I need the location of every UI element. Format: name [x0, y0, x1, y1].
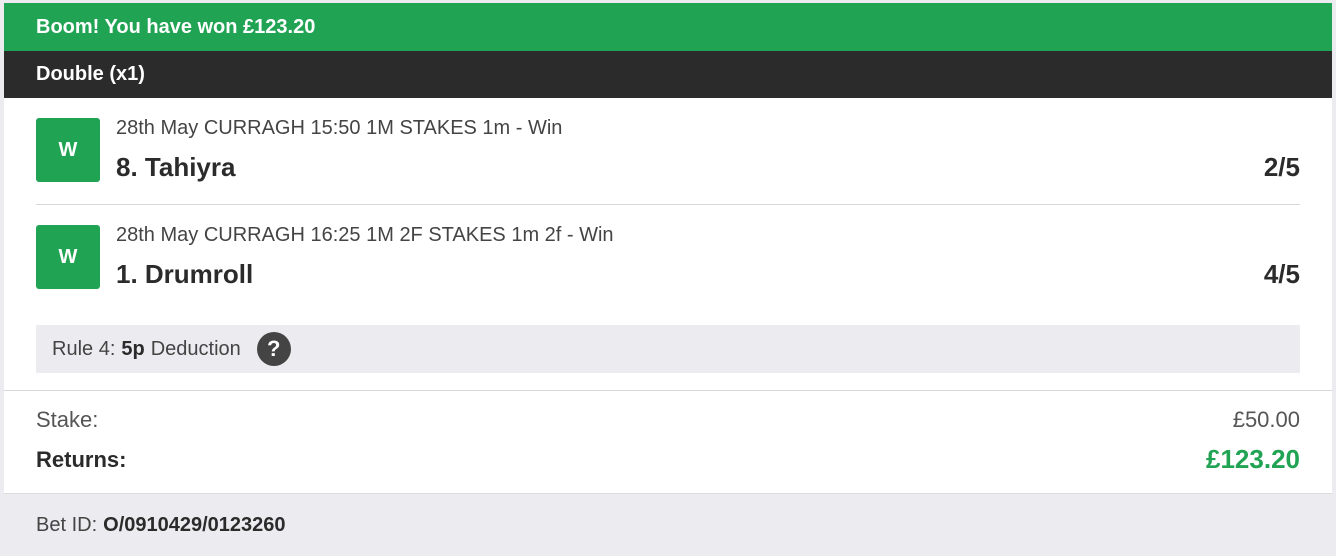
selection-odds: 4/5	[1263, 259, 1300, 289]
rule4-suffix: Deduction	[150, 337, 241, 360]
bet-receipt-card: Boom! You have won £123.20 Double (x1) W…	[4, 3, 1332, 556]
selection-item: W 28th May CURRAGH 15:50 1M STAKES 1m - …	[36, 98, 1300, 204]
selection-runner: 8. Tahiyra	[116, 152, 236, 182]
returns-row: Returns: £123.20	[36, 444, 1300, 487]
selection-odds: 2/5	[1263, 152, 1300, 182]
selection-event-info: 28th May CURRAGH 16:25 1M 2F STAKES 1m 2…	[116, 224, 614, 246]
win-banner-text: Boom! You have won £123.20	[36, 15, 316, 38]
selection-runner: 1. Drumroll	[116, 259, 254, 289]
stake-row: Stake: £50.00	[36, 407, 1300, 447]
selections-list: W 28th May CURRAGH 15:50 1M STAKES 1m - …	[4, 98, 1332, 310]
win-banner: Boom! You have won £123.20	[4, 3, 1332, 51]
win-result-badge: W	[36, 118, 100, 182]
stake-label: Stake:	[36, 407, 99, 432]
stake-value: £50.00	[1232, 407, 1300, 432]
bet-id-value: O/0910429/0123260	[103, 513, 286, 536]
returns-label: Returns:	[36, 447, 127, 472]
returns-value: £123.20	[1206, 444, 1300, 474]
selection-item: W 28th May CURRAGH 16:25 1M 2F STAKES 1m…	[36, 204, 1300, 310]
rule4-amount: 5p	[121, 337, 145, 360]
bet-type-header: Double (x1)	[4, 51, 1332, 98]
bet-type-label: Double (x1)	[36, 63, 145, 85]
rule4-deduction-notice: Rule 4: 5p Deduction ?	[36, 325, 1300, 373]
bet-id-footer: Bet ID: O/0910429/0123260	[4, 493, 1332, 556]
bet-summary: Stake: £50.00 Returns: £123.20	[4, 390, 1332, 490]
rule4-prefix: Rule 4:	[52, 337, 116, 360]
win-result-badge: W	[36, 225, 100, 289]
question-circle-icon[interactable]: ?	[256, 332, 291, 366]
selection-event-info: 28th May CURRAGH 15:50 1M STAKES 1m - Wi…	[116, 117, 563, 139]
bet-id-label: Bet ID:	[36, 513, 98, 536]
